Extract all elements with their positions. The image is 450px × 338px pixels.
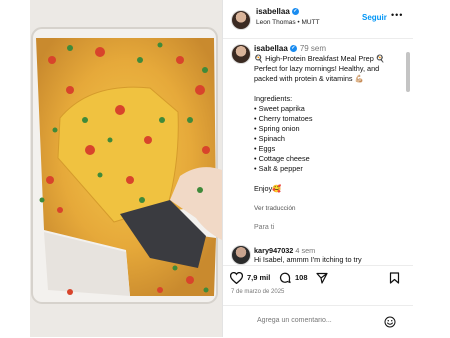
caption-username[interactable]: isabellaa bbox=[254, 44, 288, 53]
comment-bar bbox=[223, 305, 413, 338]
action-bar: 7,9 mil 108 bbox=[223, 265, 413, 286]
verified-icon: ✓ bbox=[291, 8, 299, 16]
see-translation-link[interactable]: Ver traducción bbox=[254, 205, 296, 212]
comments-count[interactable]: 108 bbox=[295, 273, 308, 282]
share-icon[interactable] bbox=[316, 272, 328, 284]
audio-track[interactable]: Leon Thomas • MUTT bbox=[256, 19, 320, 26]
food-photo bbox=[30, 0, 222, 337]
comment-input[interactable] bbox=[255, 316, 389, 325]
comment-icon[interactable] bbox=[279, 272, 291, 284]
scrollbar-thumb[interactable] bbox=[406, 52, 410, 92]
comments-scroll-area[interactable]: isabellaa ✓ 79 sem 🍳 High-Protein Breakfas… bbox=[223, 40, 405, 265]
caption-avatar[interactable] bbox=[231, 44, 251, 64]
bookmark-icon[interactable] bbox=[389, 272, 400, 284]
comment-time: 4 sem bbox=[295, 246, 316, 255]
caption-header: isabellaa ✓ 79 sem bbox=[254, 44, 326, 53]
caption-time: 79 sem bbox=[299, 44, 327, 53]
verified-icon: ✓ bbox=[289, 45, 297, 53]
post-date: 7 de marzo de 2025 bbox=[231, 289, 285, 295]
comment-username[interactable]: kary947032 bbox=[254, 246, 293, 255]
commenter-avatar[interactable] bbox=[231, 245, 251, 265]
post-header: isabellaa ✓ Leon Thomas • MUTT Seguir ••• bbox=[223, 0, 413, 39]
para-ti-label: Para ti bbox=[254, 224, 275, 231]
likes-count[interactable]: 7,9 mil bbox=[247, 273, 270, 282]
post-media[interactable] bbox=[30, 0, 223, 337]
comment-header: kary947032 4 sem bbox=[254, 246, 315, 255]
heart-icon[interactable] bbox=[230, 272, 243, 284]
scrollbar[interactable] bbox=[405, 40, 411, 265]
author-avatar[interactable] bbox=[231, 10, 251, 30]
comment-text: Hi Isabel, ammm I'm itching to try bbox=[254, 255, 362, 264]
caption-text: 🍳 High-Protein Breakfast Meal Prep 🍳 Per… bbox=[254, 54, 385, 193]
emoji-icon[interactable] bbox=[384, 316, 396, 328]
author-username[interactable]: isabellaa bbox=[256, 7, 290, 16]
follow-button[interactable]: Seguir bbox=[362, 13, 387, 22]
more-options-icon[interactable]: ••• bbox=[391, 10, 403, 20]
author-username-row: isabellaa ✓ bbox=[256, 7, 299, 16]
post-panel: isabellaa ✓ Leon Thomas • MUTT Seguir •••… bbox=[223, 0, 413, 337]
